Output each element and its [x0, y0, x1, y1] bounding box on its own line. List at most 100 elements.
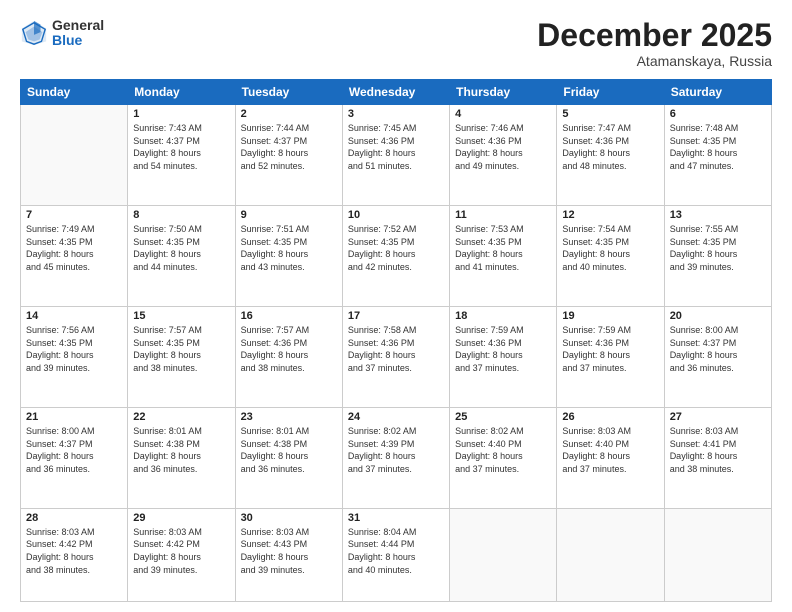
- day-info: Sunrise: 7:55 AM Sunset: 4:35 PM Dayligh…: [670, 223, 766, 273]
- table-row: 26 Sunrise: 8:03 AM Sunset: 4:40 PM Dayli…: [557, 407, 664, 508]
- day-info: Sunrise: 7:52 AM Sunset: 4:35 PM Dayligh…: [348, 223, 444, 273]
- day-number: 30: [241, 512, 337, 524]
- table-row: 9Sunrise: 7:51 AM Sunset: 4:35 PM Daylig…: [235, 206, 342, 307]
- table-row: [21, 105, 128, 206]
- table-row: 5 Sunrise: 7:47 AM Sunset: 4:36 PM Daylig…: [557, 105, 664, 206]
- table-row: 13 Sunrise: 7:55 AM Sunset: 4:35 PM Dayli…: [664, 206, 771, 307]
- day-info: Sunrise: 7:50 AM Sunset: 4:35 PM Dayligh…: [133, 223, 229, 273]
- day-info: Sunrise: 7:45 AM Sunset: 4:36 PM Dayligh…: [348, 122, 444, 172]
- table-row: 14 Sunrise: 7:56 AM Sunset: 4:35 PM Dayli…: [21, 307, 128, 408]
- col-sunday: Sunday: [21, 80, 128, 105]
- calendar-week-row: 28 Sunrise: 8:03 AM Sunset: 4:42 PM Dayli…: [21, 508, 772, 601]
- month-title: December 2025: [537, 18, 772, 53]
- calendar-week-row: 21Sunrise: 8:00 AM Sunset: 4:37 PM Dayli…: [21, 407, 772, 508]
- table-row: 23 Sunrise: 8:01 AM Sunset: 4:38 PM Dayli…: [235, 407, 342, 508]
- calendar-header-row: Sunday Monday Tuesday Wednesday Thursday…: [21, 80, 772, 105]
- table-row: 6 Sunrise: 7:48 AM Sunset: 4:35 PM Daylig…: [664, 105, 771, 206]
- day-number: 14: [26, 310, 122, 322]
- day-number: 17: [348, 310, 444, 322]
- calendar-week-row: 7Sunrise: 7:49 AM Sunset: 4:35 PM Daylig…: [21, 206, 772, 307]
- col-tuesday: Tuesday: [235, 80, 342, 105]
- day-info: Sunrise: 8:02 AM Sunset: 4:39 PM Dayligh…: [348, 425, 444, 475]
- table-row: [664, 508, 771, 601]
- day-number: 22: [133, 411, 229, 423]
- table-row: 21Sunrise: 8:00 AM Sunset: 4:37 PM Dayli…: [21, 407, 128, 508]
- location: Atamanskaya, Russia: [537, 53, 772, 69]
- day-number: 6: [670, 108, 766, 120]
- day-info: Sunrise: 8:00 AM Sunset: 4:37 PM Dayligh…: [670, 324, 766, 374]
- day-number: 20: [670, 310, 766, 322]
- table-row: 19Sunrise: 7:59 AM Sunset: 4:36 PM Dayli…: [557, 307, 664, 408]
- day-info: Sunrise: 7:49 AM Sunset: 4:35 PM Dayligh…: [26, 223, 122, 273]
- day-info: Sunrise: 7:53 AM Sunset: 4:35 PM Dayligh…: [455, 223, 551, 273]
- day-info: Sunrise: 8:03 AM Sunset: 4:43 PM Dayligh…: [241, 526, 337, 576]
- day-info: Sunrise: 7:46 AM Sunset: 4:36 PM Dayligh…: [455, 122, 551, 172]
- table-row: 31 Sunrise: 8:04 AM Sunset: 4:44 PM Dayli…: [342, 508, 449, 601]
- col-thursday: Thursday: [450, 80, 557, 105]
- day-number: 12: [562, 209, 658, 221]
- day-number: 11: [455, 209, 551, 221]
- header: General Blue December 2025 Atamanskaya, …: [20, 18, 772, 69]
- day-info: Sunrise: 7:44 AM Sunset: 4:37 PM Dayligh…: [241, 122, 337, 172]
- day-info: Sunrise: 8:02 AM Sunset: 4:40 PM Dayligh…: [455, 425, 551, 475]
- table-row: 28Sunrise: 8:03 AM Sunset: 4:42 PM Dayli…: [21, 508, 128, 601]
- table-row: 27 Sunrise: 8:03 AM Sunset: 4:41 PM Dayli…: [664, 407, 771, 508]
- day-info: Sunrise: 7:59 AM Sunset: 4:36 PM Dayligh…: [562, 324, 658, 374]
- day-info: Sunrise: 8:03 AM Sunset: 4:42 PM Dayligh…: [133, 526, 229, 576]
- col-saturday: Saturday: [664, 80, 771, 105]
- table-row: 3 Sunrise: 7:45 AM Sunset: 4:36 PM Daylig…: [342, 105, 449, 206]
- day-info: Sunrise: 8:03 AM Sunset: 4:41 PM Dayligh…: [670, 425, 766, 475]
- table-row: 24 Sunrise: 8:02 AM Sunset: 4:39 PM Dayli…: [342, 407, 449, 508]
- table-row: 8Sunrise: 7:50 AM Sunset: 4:35 PM Daylig…: [128, 206, 235, 307]
- table-row: 22Sunrise: 8:01 AM Sunset: 4:38 PM Dayli…: [128, 407, 235, 508]
- logo-blue-text: Blue: [52, 33, 104, 48]
- day-number: 2: [241, 108, 337, 120]
- day-number: 16: [241, 310, 337, 322]
- table-row: [557, 508, 664, 601]
- day-number: 4: [455, 108, 551, 120]
- day-number: 3: [348, 108, 444, 120]
- page: General Blue December 2025 Atamanskaya, …: [0, 0, 792, 612]
- table-row: 25 Sunrise: 8:02 AM Sunset: 4:40 PM Dayli…: [450, 407, 557, 508]
- table-row: 17 Sunrise: 7:58 AM Sunset: 4:36 PM Dayli…: [342, 307, 449, 408]
- day-number: 24: [348, 411, 444, 423]
- day-info: Sunrise: 7:58 AM Sunset: 4:36 PM Dayligh…: [348, 324, 444, 374]
- day-number: 18: [455, 310, 551, 322]
- logo: General Blue: [20, 18, 104, 49]
- table-row: 30 Sunrise: 8:03 AM Sunset: 4:43 PM Dayli…: [235, 508, 342, 601]
- col-wednesday: Wednesday: [342, 80, 449, 105]
- title-block: December 2025 Atamanskaya, Russia: [537, 18, 772, 69]
- day-number: 23: [241, 411, 337, 423]
- table-row: 11 Sunrise: 7:53 AM Sunset: 4:35 PM Dayli…: [450, 206, 557, 307]
- table-row: 29 Sunrise: 8:03 AM Sunset: 4:42 PM Dayli…: [128, 508, 235, 601]
- day-number: 27: [670, 411, 766, 423]
- calendar-week-row: 14 Sunrise: 7:56 AM Sunset: 4:35 PM Dayli…: [21, 307, 772, 408]
- day-info: Sunrise: 7:47 AM Sunset: 4:36 PM Dayligh…: [562, 122, 658, 172]
- table-row: 16 Sunrise: 7:57 AM Sunset: 4:36 PM Dayli…: [235, 307, 342, 408]
- col-friday: Friday: [557, 80, 664, 105]
- day-info: Sunrise: 8:01 AM Sunset: 4:38 PM Dayligh…: [241, 425, 337, 475]
- day-number: 31: [348, 512, 444, 524]
- calendar-table: Sunday Monday Tuesday Wednesday Thursday…: [20, 79, 772, 602]
- day-info: Sunrise: 7:57 AM Sunset: 4:36 PM Dayligh…: [241, 324, 337, 374]
- day-number: 29: [133, 512, 229, 524]
- day-number: 26: [562, 411, 658, 423]
- day-number: 5: [562, 108, 658, 120]
- day-number: 25: [455, 411, 551, 423]
- logo-text: General Blue: [52, 18, 104, 49]
- logo-general-text: General: [52, 18, 104, 33]
- day-info: Sunrise: 7:56 AM Sunset: 4:35 PM Dayligh…: [26, 324, 122, 374]
- day-info: Sunrise: 8:04 AM Sunset: 4:44 PM Dayligh…: [348, 526, 444, 576]
- table-row: 18Sunrise: 7:59 AM Sunset: 4:36 PM Dayli…: [450, 307, 557, 408]
- day-number: 10: [348, 209, 444, 221]
- day-number: 15: [133, 310, 229, 322]
- day-number: 28: [26, 512, 122, 524]
- table-row: 15Sunrise: 7:57 AM Sunset: 4:35 PM Dayli…: [128, 307, 235, 408]
- table-row: 2 Sunrise: 7:44 AM Sunset: 4:37 PM Daylig…: [235, 105, 342, 206]
- day-info: Sunrise: 8:03 AM Sunset: 4:40 PM Dayligh…: [562, 425, 658, 475]
- day-number: 21: [26, 411, 122, 423]
- day-number: 13: [670, 209, 766, 221]
- day-info: Sunrise: 7:48 AM Sunset: 4:35 PM Dayligh…: [670, 122, 766, 172]
- table-row: [450, 508, 557, 601]
- table-row: 7Sunrise: 7:49 AM Sunset: 4:35 PM Daylig…: [21, 206, 128, 307]
